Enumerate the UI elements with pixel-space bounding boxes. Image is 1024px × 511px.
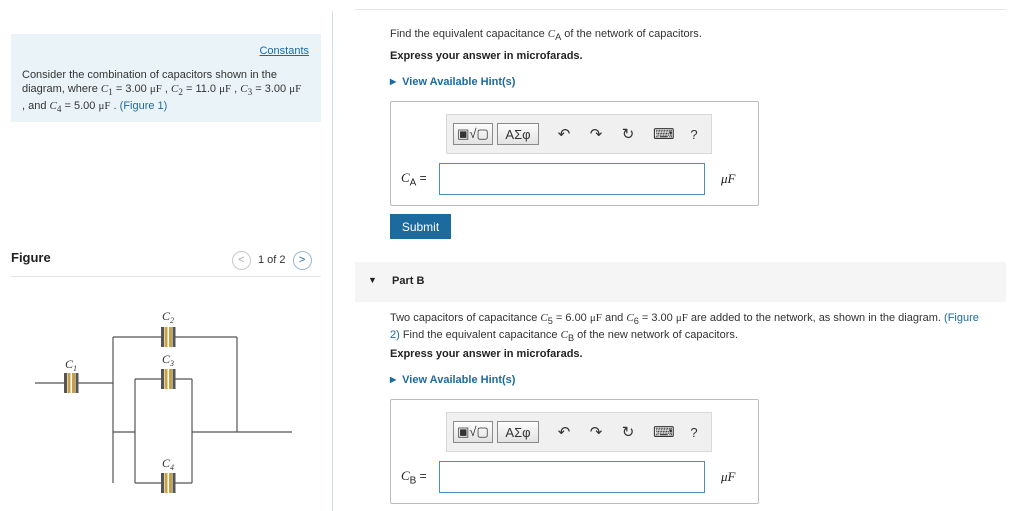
ca-answer-equals: = — [416, 171, 427, 185]
figure-rule — [11, 276, 321, 277]
help-icon[interactable]: ? — [685, 127, 703, 142]
undo-icon[interactable]: ↶ — [555, 125, 573, 143]
c3-value: = 3.00 — [252, 83, 290, 95]
part-b-and: and — [601, 312, 627, 324]
templates-button[interactable]: ▣√▢ — [453, 123, 493, 145]
c4-capacitor — [161, 473, 176, 493]
c3-symbol: C — [240, 83, 248, 95]
c3-unit: μF — [289, 83, 302, 95]
part-a-hint-link[interactable]: View Available Hint(s) — [390, 76, 515, 88]
part-b-prompt: Two capacitors of capacitance C5 = 6.00 … — [390, 311, 990, 345]
c4-label: C4 — [162, 456, 174, 472]
capacitor-circuit-diagram: C1 C2 C3 C4 — [35, 309, 292, 493]
part-b-prompt-c: Find the equivalent capacitance — [399, 329, 561, 342]
c4-value: = 5.00 — [61, 100, 99, 113]
problem-intro: Consider the combination of capacitors s… — [22, 69, 302, 115]
c6-unit: μF — [675, 312, 688, 324]
cb-unit: μF — [721, 469, 736, 484]
part-b-title: Part B — [392, 275, 425, 287]
reset-icon[interactable]: ↻ — [619, 125, 637, 143]
part-a-answer-box: ▣√▢ ΑΣφ ↶ ↷ ↻ ⌨ ? CA = μF — [390, 101, 759, 206]
ca-answer-label: CA = — [401, 170, 427, 188]
prev-figure-button[interactable]: < — [232, 250, 251, 270]
pager-count: 1 of 2 — [258, 254, 286, 266]
constants-panel: Constants Consider the combination of ca… — [11, 34, 321, 122]
part-a-prompt-suffix: of the network of capacitors. — [561, 28, 702, 40]
figure-pager: < 1 of 2 > — [232, 250, 312, 270]
part-b-instruction: Express your answer in microfarads. — [390, 348, 583, 360]
c3-label: C3 — [162, 352, 174, 368]
c6-symbol: C — [626, 312, 634, 324]
greek-symbols-button[interactable]: ΑΣφ — [497, 123, 539, 145]
part-b-hint-link[interactable]: View Available Hint(s) — [390, 374, 515, 386]
c4-unit: μF — [98, 100, 111, 113]
cb-answer-input[interactable] — [439, 461, 705, 493]
c5-symbol: C — [540, 312, 548, 324]
undo-icon[interactable]: ↶ — [555, 423, 573, 441]
and-text: , and — [22, 100, 50, 113]
cb-symbol: C — [560, 329, 568, 342]
c2-label: C2 — [162, 309, 174, 325]
c3-capacitor — [161, 369, 176, 389]
cb-answer-equals: = — [416, 469, 427, 483]
ca-answer-input[interactable] — [439, 163, 705, 195]
c1-capacitor — [64, 373, 79, 393]
part-b-math-toolbar: ▣√▢ ΑΣφ ↶ ↷ ↻ ⌨ ? — [446, 412, 712, 452]
c2-capacitor — [161, 327, 176, 347]
c1-value: = 3.00 — [112, 83, 150, 95]
c2-unit: μF — [219, 83, 232, 95]
redo-icon[interactable]: ↷ — [587, 423, 605, 441]
redo-icon[interactable]: ↷ — [587, 125, 605, 143]
c2-value: = 11.0 — [182, 83, 220, 95]
c4-symbol: C — [49, 100, 57, 113]
greek-symbols-button[interactable]: ΑΣφ — [497, 421, 539, 443]
keyboard-icon[interactable]: ⌨ — [653, 125, 675, 143]
figure-1-link[interactable]: (Figure 1) — [120, 100, 168, 112]
keyboard-icon[interactable]: ⌨ — [653, 423, 675, 441]
part-b-answer-box: ▣√▢ ΑΣφ ↶ ↷ ↻ ⌨ ? CB = μF — [390, 399, 759, 504]
ca-unit: μF — [721, 171, 736, 186]
part-a-prompt-prefix: Find the equivalent capacitance — [390, 28, 548, 40]
part-b-prompt-b: are added to the network, as shown in th… — [687, 312, 945, 324]
c6-value: = 3.00 — [638, 312, 676, 324]
ca-answer-symbol: C — [401, 170, 410, 185]
reset-icon[interactable]: ↻ — [619, 423, 637, 441]
c5-unit: μF — [589, 312, 602, 324]
help-icon[interactable]: ? — [685, 425, 703, 440]
part-b-header[interactable]: ▼ Part B — [355, 262, 1006, 302]
submit-button[interactable]: Submit — [390, 214, 451, 239]
next-figure-button[interactable]: > — [292, 250, 312, 270]
c1-unit: μF — [149, 83, 162, 95]
part-b-prompt-d: of the new network of capacitors. — [574, 329, 738, 342]
cb-answer-label: CB = — [401, 468, 427, 486]
c5-value: = 6.00 — [552, 312, 590, 324]
templates-button[interactable]: ▣√▢ — [453, 421, 493, 443]
part-a-prompt: Find the equivalent capacitance CA of th… — [390, 28, 702, 42]
cb-answer-symbol: C — [401, 468, 410, 483]
constants-link[interactable]: Constants — [259, 45, 309, 57]
part-b-prompt-a: Two capacitors of capacitance — [390, 312, 541, 324]
part-a-instruction: Express your answer in microfarads. — [390, 50, 583, 62]
c1-label: C1 — [65, 357, 77, 373]
part-a-math-toolbar: ▣√▢ ΑΣφ ↶ ↷ ↻ ⌨ ? — [446, 114, 712, 154]
figure-heading: Figure — [11, 250, 51, 265]
collapse-arrow-icon[interactable]: ▼ — [368, 275, 377, 285]
column-divider — [332, 11, 333, 511]
top-rule — [355, 9, 1006, 10]
